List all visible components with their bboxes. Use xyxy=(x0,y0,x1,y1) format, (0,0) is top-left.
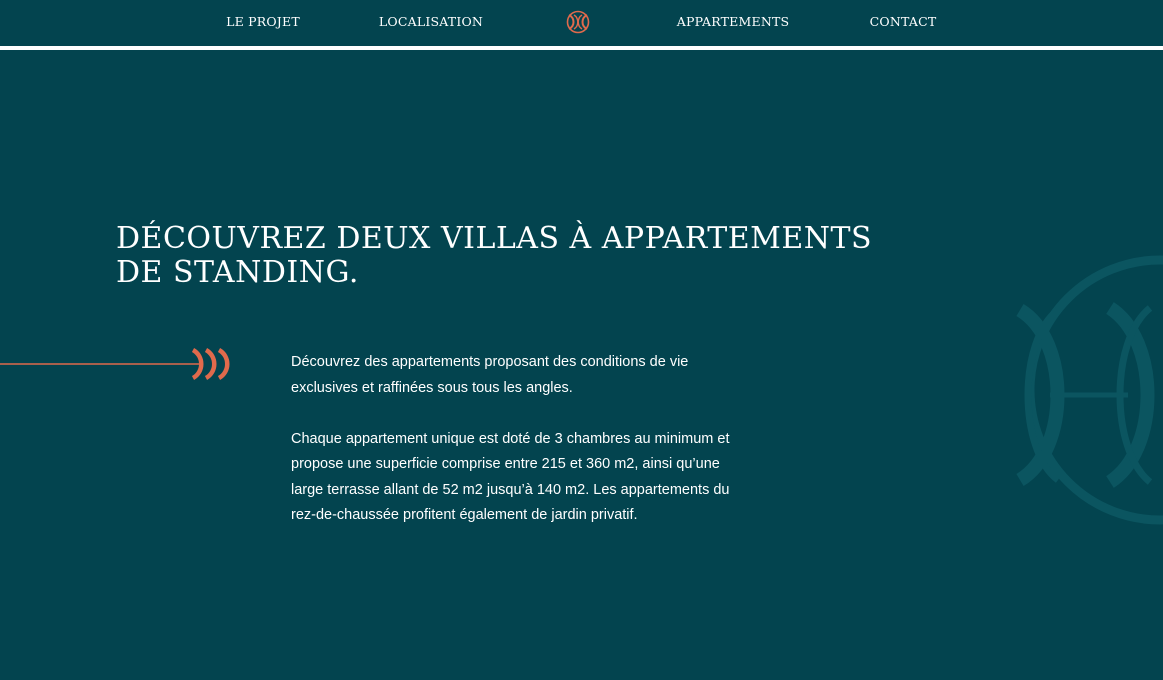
intro-paragraph: Chaque appartement unique est doté de 3 … xyxy=(291,430,730,524)
intro-paragraph: Découvrez des appartements proposant des… xyxy=(291,354,689,396)
page-headline: DÉCOUVREZ DEUX VILLAS À APPARTEMENTS DE … xyxy=(116,221,873,290)
intro-text: Découvrez des appartements proposant des… xyxy=(291,350,751,554)
nav-link-localisation[interactable]: LOCALISATION xyxy=(379,14,483,30)
monogram-watermark-icon xyxy=(1010,250,1163,550)
nav-link-le-projet[interactable]: LE PROJET xyxy=(226,14,300,30)
top-navigation: LE PROJET LOCALISATION APPARTEMENTS CONT… xyxy=(0,0,1163,46)
header-divider xyxy=(0,46,1163,50)
brand-monogram-icon[interactable] xyxy=(565,10,591,34)
arrow-decoration-icon xyxy=(0,346,236,382)
nav-link-appartements[interactable]: APPARTEMENTS xyxy=(677,14,790,30)
nav-link-contact[interactable]: CONTACT xyxy=(870,14,937,30)
